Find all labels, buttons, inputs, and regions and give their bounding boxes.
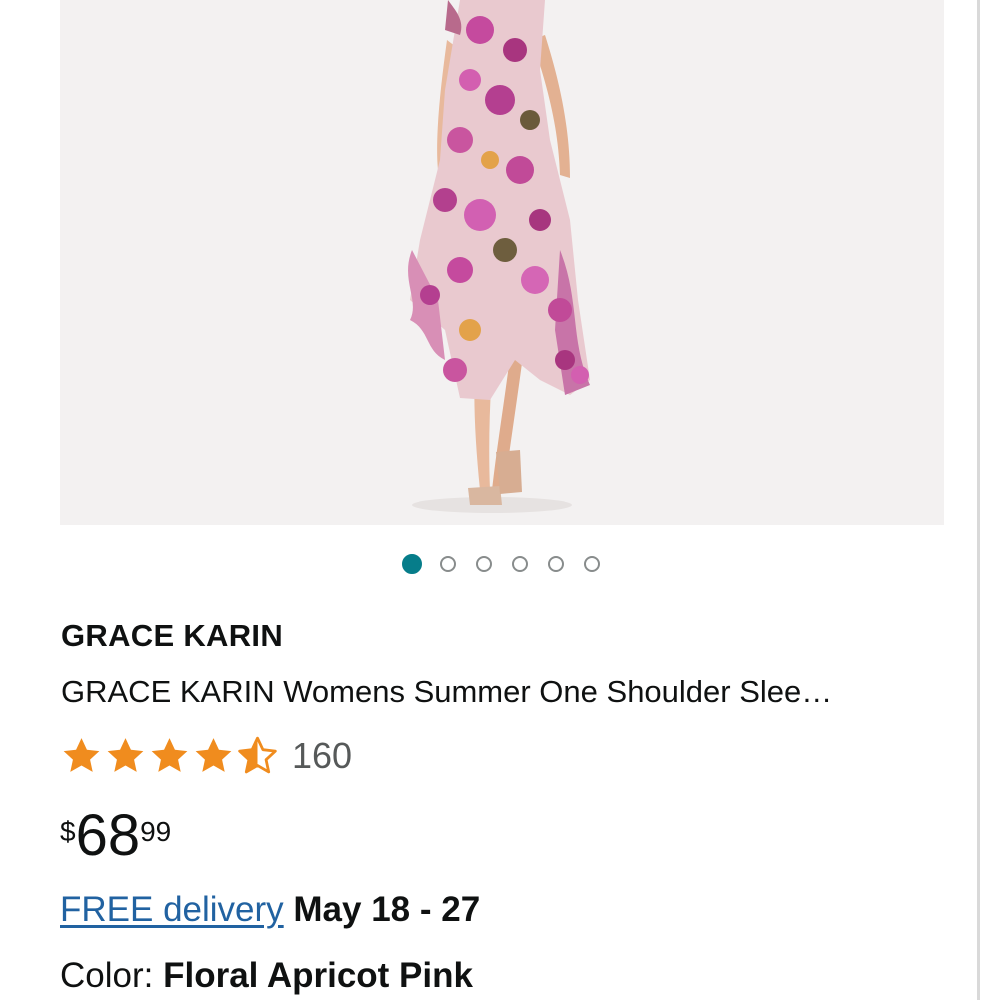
star-full-icon (63, 738, 100, 772)
product-image[interactable] (60, 0, 944, 525)
carousel-dot-3[interactable] (476, 556, 492, 572)
carousel-dot-6[interactable] (584, 556, 600, 572)
carousel-dot-2[interactable] (440, 556, 456, 572)
carousel-dot-1[interactable] (402, 554, 422, 574)
free-delivery-link[interactable]: FREE delivery (60, 890, 284, 929)
delivery-info: FREE delivery May 18 - 27 (60, 890, 480, 930)
carousel-dot-5[interactable] (548, 556, 564, 572)
delivery-date: May 18 - 27 (293, 890, 481, 929)
color-selection: Color: Floral Apricot Pink (60, 956, 473, 996)
rating-summary[interactable]: 160 (60, 734, 352, 778)
color-value: Floral Apricot Pink (163, 956, 473, 995)
brand-link[interactable]: GRACE KARIN (61, 618, 283, 654)
star-rating (60, 735, 280, 777)
price-currency: $ (60, 816, 76, 847)
price-whole: 68 (75, 803, 141, 868)
star-half-icon (238, 736, 277, 774)
product-page: GRACE KARIN GRACE KARIN Womens Summer On… (0, 0, 1000, 1000)
star-full-icon (107, 738, 144, 772)
color-label: Color: (60, 956, 154, 995)
price-fraction: 99 (140, 816, 172, 847)
scrollbar[interactable] (977, 0, 1000, 1000)
dress-photo (60, 0, 944, 525)
star-full-icon (151, 738, 188, 772)
carousel-dot-4[interactable] (512, 556, 528, 572)
product-title[interactable]: GRACE KARIN Womens Summer One Shoulder S… (61, 674, 832, 710)
image-carousel-indicator (0, 554, 1000, 580)
review-count[interactable]: 160 (292, 735, 352, 777)
star-full-icon (195, 738, 232, 772)
price: $ 68 99 (60, 806, 171, 866)
